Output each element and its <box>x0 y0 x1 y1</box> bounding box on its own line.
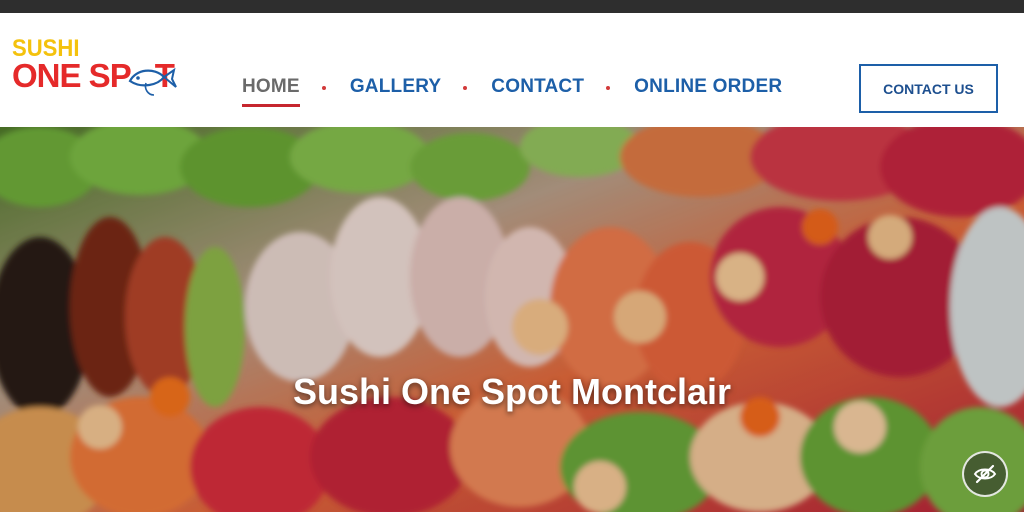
nav-contact[interactable]: CONTACT <box>491 76 584 98</box>
nav-separator <box>606 86 611 90</box>
site-header: SUSHI ONE SP T HOME GALLERY CONTACT ONLIN… <box>0 13 1024 127</box>
fish-logo-icon <box>128 67 177 96</box>
eye-slash-icon <box>973 464 997 484</box>
main-nav: HOME GALLERY CONTACT ONLINE ORDER <box>242 69 782 107</box>
nav-gallery[interactable]: GALLERY <box>350 76 441 98</box>
top-strip <box>0 0 1024 13</box>
nav-online-order[interactable]: ONLINE ORDER <box>634 76 782 98</box>
nav-separator <box>321 86 326 90</box>
visibility-toggle-button[interactable] <box>962 451 1008 497</box>
hero-banner: Sushi One Spot Montclair <box>0 127 1024 512</box>
contact-us-button[interactable]: CONTACT US <box>859 64 998 113</box>
nav-separator <box>463 86 468 90</box>
site-logo[interactable]: SUSHI ONE SP T <box>12 35 184 113</box>
sushi-platter-photo <box>0 127 1024 512</box>
nav-home[interactable]: HOME <box>242 76 300 107</box>
hero-title: Sushi One Spot Montclair <box>292 371 732 412</box>
